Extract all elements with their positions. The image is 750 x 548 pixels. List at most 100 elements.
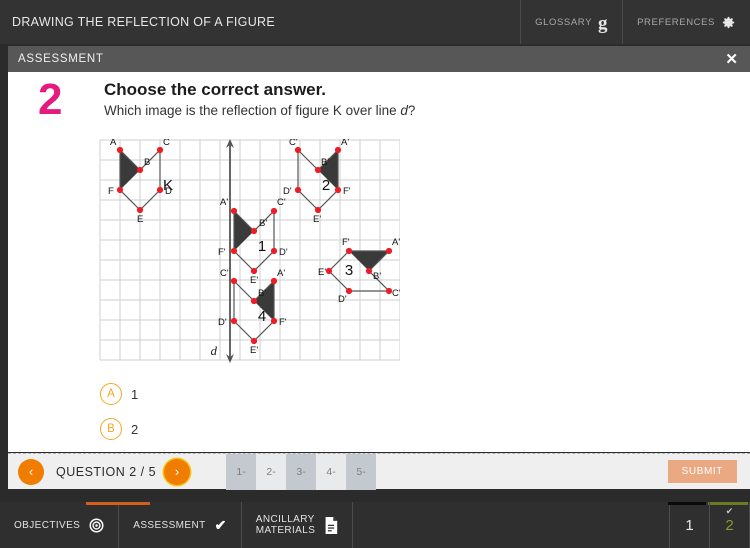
glossary-button[interactable]: GLOSSARY g bbox=[520, 0, 622, 44]
footer-ancillary-materials[interactable]: ANCILLARY MATERIALS bbox=[242, 502, 354, 548]
figure-3: F' A' B' C' D' E' 3 bbox=[318, 237, 400, 305]
vertex-label: E bbox=[137, 214, 143, 225]
page-indicator-2[interactable]: ✔ 2 bbox=[710, 502, 750, 548]
vertex-label: A' bbox=[220, 197, 228, 208]
footer-objectives[interactable]: OBJECTIVES bbox=[0, 502, 120, 548]
vertex-point bbox=[314, 206, 322, 214]
vertex-label: C' bbox=[220, 268, 229, 279]
vertex-label: D' bbox=[283, 186, 292, 197]
ancillary-line-2: MATERIALS bbox=[255, 525, 316, 536]
answer-choice-b[interactable]: B 2 bbox=[100, 418, 138, 440]
question-counter: QUESTION 2 / 5 bbox=[56, 464, 157, 479]
figure-label: 1 bbox=[258, 238, 266, 255]
assessment-bar: ASSESSMENT ✕ bbox=[8, 46, 750, 72]
choice-b-bubble[interactable]: B bbox=[100, 418, 122, 440]
vertex-label: D' bbox=[218, 317, 227, 328]
page-indicator-1[interactable]: 1 bbox=[670, 502, 710, 548]
vertex-label: C bbox=[163, 139, 170, 148]
check-icon: ✔ bbox=[214, 517, 227, 533]
vertex-label: C' bbox=[289, 139, 298, 148]
figure-label: 3 bbox=[345, 262, 353, 279]
vertex-point bbox=[116, 186, 124, 194]
question-tab-2[interactable]: 2- bbox=[256, 453, 287, 490]
question-navbar: ‹ QUESTION 2 / 5 › 1- 2- 3- 4- 5- SUBMIT bbox=[8, 453, 750, 490]
prompt-text-after: ? bbox=[407, 103, 416, 118]
line-d-label: d bbox=[211, 343, 218, 358]
prompt-text-before: Which image is the reflection of figure … bbox=[104, 103, 401, 118]
grid-lines bbox=[99, 139, 400, 361]
vertex-point bbox=[250, 267, 258, 275]
vertex-label: E' bbox=[250, 345, 258, 356]
question-tab-4[interactable]: 4- bbox=[316, 453, 347, 490]
vertex-label: D' bbox=[279, 247, 288, 258]
vertex-point bbox=[385, 247, 393, 255]
vertex-point bbox=[294, 186, 302, 194]
objectives-progress-bar bbox=[86, 502, 150, 505]
page-2-number: 2 bbox=[725, 516, 734, 534]
vertex-label: F' bbox=[343, 186, 351, 197]
page-title: DRAWING THE REFLECTION OF A FIGURE bbox=[12, 15, 276, 29]
vertex-point bbox=[345, 247, 353, 255]
vertex-label: B' bbox=[258, 288, 266, 299]
submit-button[interactable]: SUBMIT bbox=[667, 460, 737, 483]
vertex-label: C' bbox=[277, 197, 286, 208]
answer-choice-a[interactable]: A 1 bbox=[100, 383, 138, 405]
vertex-point bbox=[270, 317, 278, 325]
vertex-point bbox=[230, 207, 238, 215]
vertex-label: A bbox=[110, 139, 117, 148]
question-prompt: Which image is the reflection of figure … bbox=[104, 103, 415, 118]
preferences-label: PREFERENCES bbox=[637, 16, 715, 28]
ancillary-label: ANCILLARY MATERIALS bbox=[256, 514, 316, 537]
preferences-button[interactable]: PREFERENCES bbox=[622, 0, 750, 44]
choice-a-label: 1 bbox=[131, 386, 139, 402]
reflection-diagram: d A B C D E F K A' B' C' D' E' F' 1 C' B' A' F' E' D' 2 F' A' B'… bbox=[99, 139, 400, 364]
vertex-point bbox=[250, 227, 258, 235]
previous-question-button[interactable]: ‹ bbox=[18, 458, 44, 485]
footer-assessment[interactable]: ASSESSMENT ✔ bbox=[119, 502, 242, 548]
vertex-point bbox=[136, 206, 144, 214]
vertex-label: B bbox=[144, 157, 150, 168]
vertex-point bbox=[250, 337, 258, 345]
vertex-point bbox=[250, 297, 258, 305]
vertex-point bbox=[230, 277, 238, 285]
vertex-point bbox=[230, 247, 238, 255]
vertex-label: F' bbox=[279, 317, 287, 328]
next-question-button[interactable]: › bbox=[164, 458, 191, 485]
glossary-g-icon: g bbox=[598, 12, 609, 34]
vertex-label: E' bbox=[313, 214, 321, 225]
vertex-label: A' bbox=[341, 139, 349, 148]
footer-spacer bbox=[353, 502, 670, 548]
figure-2: C' B' A' F' E' D' 2 bbox=[283, 139, 351, 225]
vertex-label: E' bbox=[318, 267, 326, 278]
vertex-point bbox=[270, 207, 278, 215]
vertex-label: F' bbox=[218, 247, 226, 258]
figure-label: 4 bbox=[258, 308, 266, 325]
choice-b-label: 2 bbox=[131, 421, 139, 437]
question-tab-1[interactable]: 1- bbox=[226, 453, 257, 490]
vertex-label: B' bbox=[259, 218, 267, 229]
ancillary-line-1: ANCILLARY bbox=[255, 513, 315, 525]
document-icon bbox=[325, 516, 338, 534]
vertex-point bbox=[230, 317, 238, 325]
objectives-label: OBJECTIVES bbox=[14, 519, 81, 531]
vertex-label: E' bbox=[250, 275, 258, 286]
vertex-point bbox=[345, 287, 353, 295]
target-icon bbox=[89, 518, 104, 532]
vertex-label: F' bbox=[342, 237, 350, 248]
question-tab-5[interactable]: 5- bbox=[346, 453, 377, 490]
vertex-point bbox=[325, 267, 333, 275]
vertex-point bbox=[136, 166, 144, 174]
question-number: 2 bbox=[38, 75, 63, 124]
vertex-label: D' bbox=[338, 294, 347, 305]
figure-label: K bbox=[163, 177, 173, 194]
vertex-point bbox=[365, 267, 373, 275]
question-tab-3[interactable]: 3- bbox=[286, 453, 317, 490]
choice-a-bubble[interactable]: A bbox=[100, 383, 122, 405]
vertex-point bbox=[270, 247, 278, 255]
close-icon[interactable]: ✕ bbox=[725, 52, 750, 67]
top-header: DRAWING THE REFLECTION OF A FIGURE GLOSS… bbox=[0, 0, 750, 44]
vertex-label: B' bbox=[321, 157, 329, 168]
glossary-label: GLOSSARY bbox=[535, 16, 593, 28]
question-title: Choose the correct answer. bbox=[104, 80, 327, 99]
footer-bar: OBJECTIVES ASSESSMENT ✔ ANCILLARY MATERI… bbox=[0, 502, 750, 548]
